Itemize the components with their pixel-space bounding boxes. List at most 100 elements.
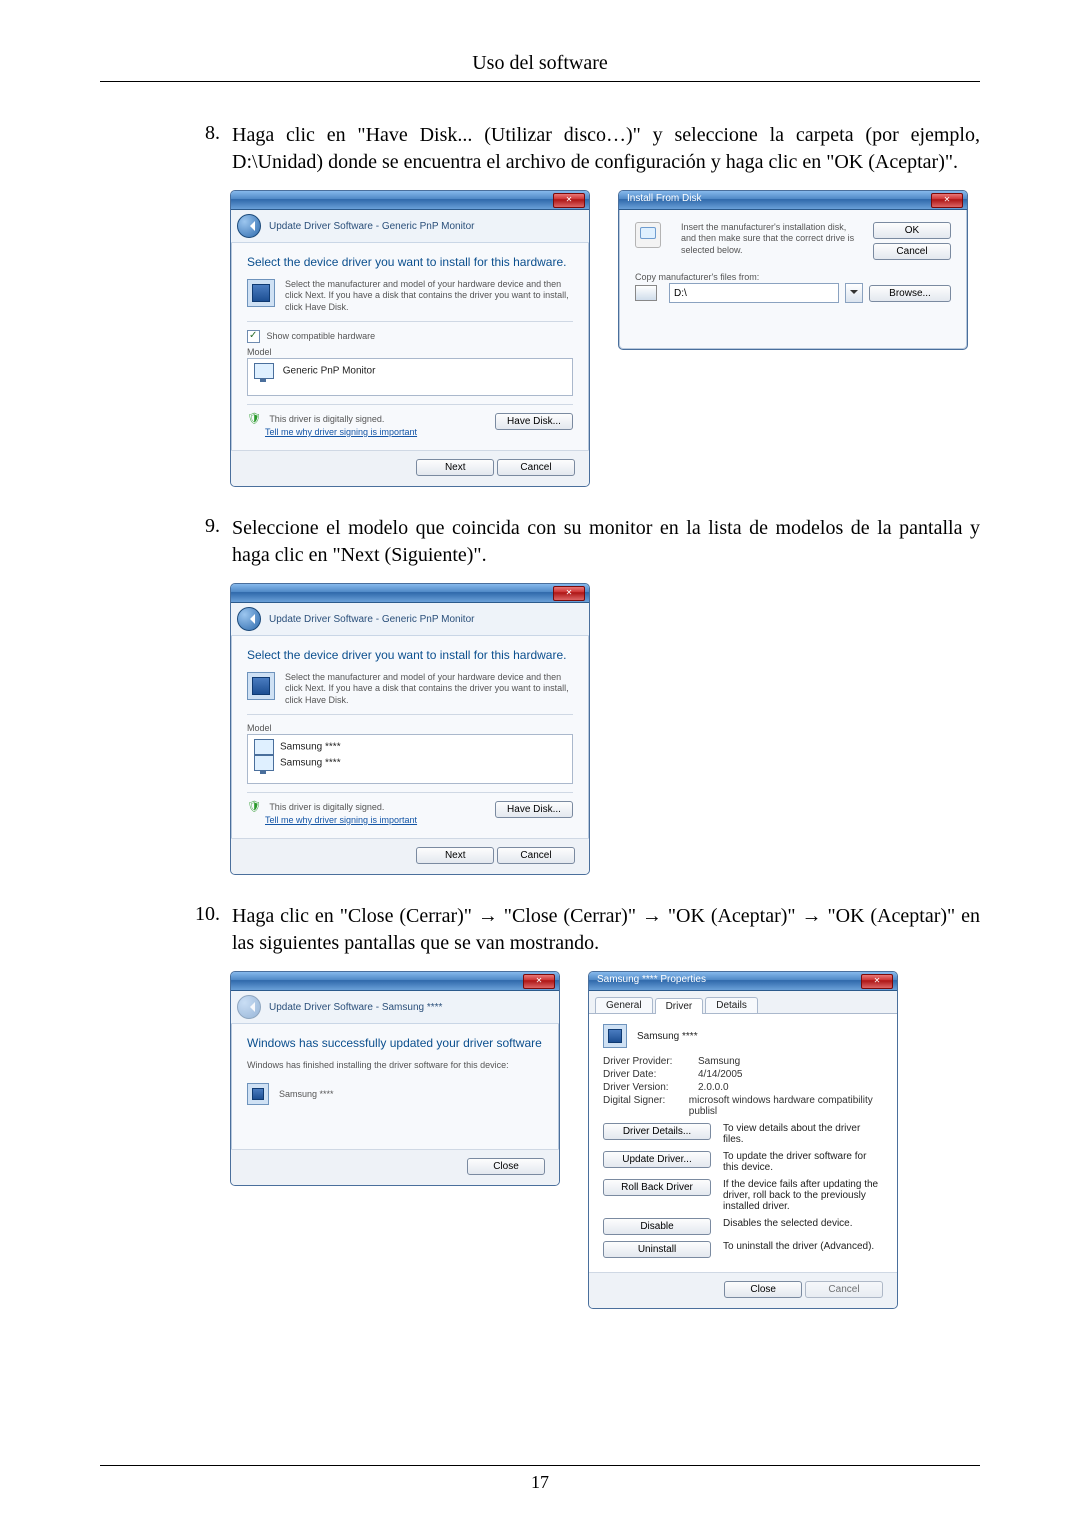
wizard2-heading: Select the device driver you want to ins… [247,648,573,662]
model-item: Generic PnP Monitor [283,366,376,377]
page-header-title: Uso del software [100,52,980,75]
version-value: 2.0.0.0 [698,1082,729,1093]
close-icon[interactable]: ✕ [931,193,963,208]
shield-icon: 🛡 [247,413,261,425]
wizard2-button-row: Next Cancel [231,838,589,874]
model-item-2: Samsung **** [280,758,341,769]
success-body: Windows has successfully updated your dr… [231,1024,559,1149]
step-8-figures: ✕ Update Driver Software - Generic PnP M… [100,190,980,487]
disable-button[interactable]: Disable [603,1218,711,1235]
step-8-number: 8. [180,122,232,145]
update-driver-button[interactable]: Update Driver... [603,1151,711,1168]
wizard-body: Select the device driver you want to ins… [231,243,589,450]
page-content: 8. Haga clic en "Have Disk... (Utilizar … [100,82,980,1309]
ok-button[interactable]: OK [873,222,951,239]
rollback-driver-button[interactable]: Roll Back Driver [603,1179,711,1196]
monitor-icon [254,755,274,771]
uninstall-button[interactable]: Uninstall [603,1241,711,1258]
disk-body: Insert the manufacturer's installation d… [619,210,967,272]
success-window: ✕ Update Driver Software - Samsung **** … [230,971,560,1186]
signer-label: Digital Signer: [603,1095,689,1117]
model-list[interactable]: Generic PnP Monitor [247,358,573,396]
next-button[interactable]: Next [416,847,494,864]
success-button-row: Close [231,1149,559,1185]
cancel-button[interactable]: Cancel [497,847,575,864]
date-value: 4/14/2005 [698,1069,743,1080]
chip-icon [247,1083,269,1105]
signed-row: 🛡 This driver is digitally signed. Tell … [247,413,573,438]
wizard-subtext: Select the manufacturer and model of you… [285,279,573,313]
shield-icon: 🛡 [247,801,261,813]
chip-icon [247,279,275,307]
step-8-text: Haga clic en "Have Disk... (Utilizar dis… [232,122,980,176]
wizard2-breadcrumb-text: Update Driver Software - Generic PnP Mon… [269,614,474,625]
wizard-breadcrumb-text: Update Driver Software - Generic PnP Mon… [269,221,474,232]
wizard-button-row: Next Cancel [231,450,589,486]
have-disk-button[interactable]: Have Disk... [495,413,573,430]
wizard-subtext-row: Select the manufacturer and model of you… [247,279,573,313]
properties-body: Samsung **** Driver Provider:Samsung Dri… [589,1014,897,1272]
cancel-button[interactable]: Cancel [873,243,951,260]
close-icon[interactable]: ✕ [553,586,585,601]
step-9-number: 9. [180,515,232,538]
update-driver-desc: To update the driver software for this d… [723,1151,883,1173]
disable-desc: Disables the selected device. [723,1218,883,1229]
document-page: Uso del software 8. Haga clic en "Have D… [0,0,1080,1527]
chip-icon [247,672,275,700]
step-10-figures: ✕ Update Driver Software - Samsung **** … [100,971,980,1309]
properties-titlebar: Samsung **** Properties ✕ [589,972,897,991]
signer-value: microsoft windows hardware compatibility… [689,1095,883,1117]
disk-lower: Copy manufacturer's files from: Browse..… [619,272,967,315]
close-button[interactable]: Close [724,1281,802,1298]
show-compatible-label: Show compatible hardware [267,331,376,341]
version-label: Driver Version: [603,1082,698,1093]
model-item-1: Samsung **** [280,742,341,753]
copy-from-label: Copy manufacturer's files from: [635,272,951,283]
install-from-disk-dialog: Install From Disk ✕ Insert the manufactu… [618,190,968,350]
success-titlebar: ✕ [231,972,559,991]
rollback-driver-desc: If the device fails after updating the d… [723,1179,883,1212]
tell-me-link[interactable]: Tell me why driver signing is important [265,427,417,437]
browse-button[interactable]: Browse... [869,285,951,302]
tab-details[interactable]: Details [705,997,758,1013]
close-icon[interactable]: ✕ [553,193,585,208]
wizard-breadcrumb: Update Driver Software - Generic PnP Mon… [231,210,589,243]
wizard2-subtext-row: Select the manufacturer and model of you… [247,672,573,706]
properties-device: Samsung **** [637,1031,698,1042]
close-icon[interactable]: ✕ [861,974,893,989]
step-10-number: 10. [180,903,232,926]
step-8: 8. Haga clic en "Have Disk... (Utilizar … [100,122,980,176]
driver-details-button[interactable]: Driver Details... [603,1123,711,1140]
back-button[interactable] [237,607,261,631]
chevron-down-icon[interactable] [845,283,863,303]
cancel-button[interactable]: Cancel [497,459,575,476]
model-label: Model [247,723,573,734]
properties-tabs: General Driver Details [589,991,897,1014]
uninstall-desc: To uninstall the driver (Advanced). [723,1241,883,1252]
step-9-text: Seleccione el modelo que coincida con su… [232,515,980,569]
properties-title: Samsung **** Properties [597,974,706,985]
properties-dialog: Samsung **** Properties ✕ General Driver… [588,971,898,1309]
tell-me-link[interactable]: Tell me why driver signing is important [265,815,417,825]
date-label: Driver Date: [603,1069,698,1080]
close-button[interactable]: Close [467,1158,545,1175]
next-button[interactable]: Next [416,459,494,476]
close-icon[interactable]: ✕ [523,974,555,989]
tab-general[interactable]: General [595,997,653,1013]
step-9-figures: ✕ Update Driver Software - Generic PnP M… [100,583,980,875]
path-input[interactable] [669,283,839,303]
wizard-titlebar: ✕ [231,191,589,210]
monitor-icon [254,363,274,379]
have-disk-button[interactable]: Have Disk... [495,801,573,818]
floppy-icon [635,222,661,248]
success-breadcrumb: Update Driver Software - Samsung **** [231,991,559,1024]
show-compatible-checkbox[interactable]: ✓ Show compatible hardware [247,330,573,343]
model-list[interactable]: Samsung **** Samsung **** [247,734,573,784]
tab-driver[interactable]: Driver [655,998,704,1014]
back-button[interactable] [237,214,261,238]
disk-title: Install From Disk [627,193,701,204]
wizard-heading: Select the device driver you want to ins… [247,255,573,269]
footer-rule [100,1465,980,1466]
back-button-disabled [237,995,261,1019]
provider-value: Samsung [698,1056,740,1067]
